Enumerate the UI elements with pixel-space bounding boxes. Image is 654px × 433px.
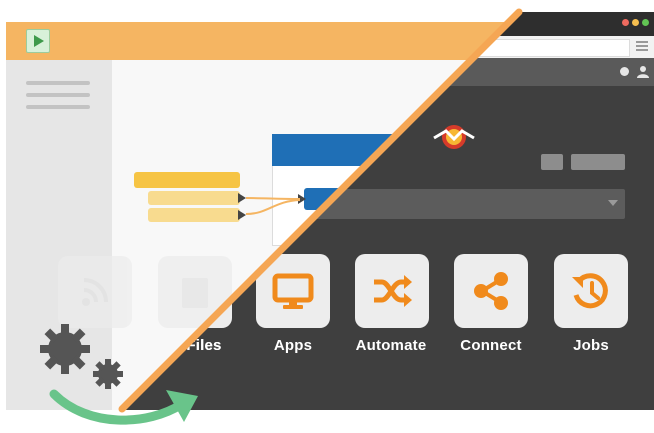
- curved-arrow-icon: [49, 389, 198, 425]
- gear-icon: [40, 324, 90, 374]
- illustration: Files Apps Automate Connect Jobs Files: [0, 0, 654, 433]
